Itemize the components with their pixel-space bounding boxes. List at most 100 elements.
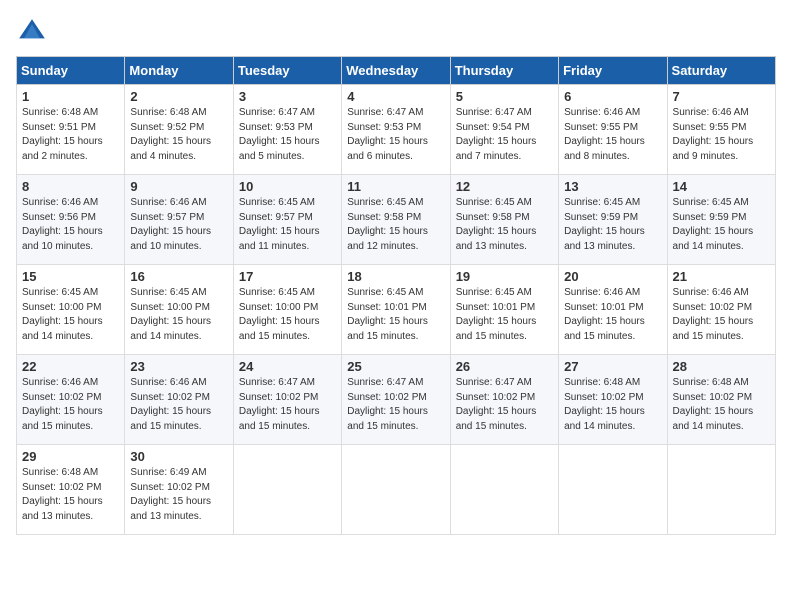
sunrise-label: Sunrise: 6:45 AM — [22, 287, 98, 298]
daylight-label: Daylight: 15 hours and 15 minutes. — [564, 316, 645, 342]
sunrise-label: Sunrise: 6:45 AM — [673, 197, 749, 208]
calendar-cell: 4 Sunrise: 6:47 AM Sunset: 9:53 PM Dayli… — [342, 85, 450, 175]
sunrise-label: Sunrise: 6:45 AM — [456, 197, 532, 208]
sunset-label: Sunset: 9:58 PM — [456, 212, 530, 223]
calendar-header-row: SundayMondayTuesdayWednesdayThursdayFrid… — [17, 57, 776, 85]
calendar-cell: 25 Sunrise: 6:47 AM Sunset: 10:02 PM Day… — [342, 355, 450, 445]
calendar-cell: 9 Sunrise: 6:46 AM Sunset: 9:57 PM Dayli… — [125, 175, 233, 265]
calendar-cell — [342, 445, 450, 535]
calendar-week-row: 1 Sunrise: 6:48 AM Sunset: 9:51 PM Dayli… — [17, 85, 776, 175]
day-info: Sunrise: 6:48 AM Sunset: 10:02 PM Daylig… — [22, 466, 119, 524]
calendar-cell: 11 Sunrise: 6:45 AM Sunset: 9:58 PM Dayl… — [342, 175, 450, 265]
daylight-label: Daylight: 15 hours and 14 minutes. — [22, 316, 103, 342]
day-info: Sunrise: 6:48 AM Sunset: 10:02 PM Daylig… — [564, 376, 661, 434]
daylight-label: Daylight: 15 hours and 14 minutes. — [130, 316, 211, 342]
day-number: 25 — [347, 359, 444, 374]
daylight-label: Daylight: 15 hours and 7 minutes. — [456, 136, 537, 162]
daylight-label: Daylight: 15 hours and 15 minutes. — [673, 316, 754, 342]
sunrise-label: Sunrise: 6:46 AM — [22, 197, 98, 208]
sunrise-label: Sunrise: 6:46 AM — [564, 287, 640, 298]
sunrise-label: Sunrise: 6:47 AM — [347, 377, 423, 388]
logo — [16, 16, 52, 48]
day-info: Sunrise: 6:46 AM Sunset: 9:55 PM Dayligh… — [673, 106, 770, 164]
sunset-label: Sunset: 10:00 PM — [22, 302, 102, 313]
day-info: Sunrise: 6:45 AM Sunset: 9:59 PM Dayligh… — [673, 196, 770, 254]
day-info: Sunrise: 6:46 AM Sunset: 9:57 PM Dayligh… — [130, 196, 227, 254]
day-info: Sunrise: 6:48 AM Sunset: 10:02 PM Daylig… — [673, 376, 770, 434]
day-number: 8 — [22, 179, 119, 194]
calendar-cell: 17 Sunrise: 6:45 AM Sunset: 10:00 PM Day… — [233, 265, 341, 355]
day-info: Sunrise: 6:45 AM Sunset: 10:00 PM Daylig… — [239, 286, 336, 344]
day-info: Sunrise: 6:46 AM Sunset: 10:02 PM Daylig… — [22, 376, 119, 434]
sunset-label: Sunset: 10:01 PM — [456, 302, 536, 313]
day-number: 24 — [239, 359, 336, 374]
day-number: 5 — [456, 89, 553, 104]
calendar-cell: 22 Sunrise: 6:46 AM Sunset: 10:02 PM Day… — [17, 355, 125, 445]
logo-icon — [16, 16, 48, 48]
day-info: Sunrise: 6:45 AM Sunset: 10:00 PM Daylig… — [22, 286, 119, 344]
sunrise-label: Sunrise: 6:48 AM — [22, 107, 98, 118]
day-number: 26 — [456, 359, 553, 374]
daylight-label: Daylight: 15 hours and 15 minutes. — [22, 406, 103, 432]
calendar-cell — [450, 445, 558, 535]
sunset-label: Sunset: 10:00 PM — [130, 302, 210, 313]
calendar-cell: 16 Sunrise: 6:45 AM Sunset: 10:00 PM Day… — [125, 265, 233, 355]
sunset-label: Sunset: 10:02 PM — [239, 392, 319, 403]
calendar-cell — [559, 445, 667, 535]
day-number: 14 — [673, 179, 770, 194]
calendar-cell — [233, 445, 341, 535]
calendar-week-row: 29 Sunrise: 6:48 AM Sunset: 10:02 PM Day… — [17, 445, 776, 535]
day-info: Sunrise: 6:46 AM Sunset: 10:02 PM Daylig… — [130, 376, 227, 434]
daylight-label: Daylight: 15 hours and 8 minutes. — [564, 136, 645, 162]
sunrise-label: Sunrise: 6:47 AM — [456, 377, 532, 388]
sunset-label: Sunset: 10:02 PM — [22, 482, 102, 493]
calendar-week-row: 8 Sunrise: 6:46 AM Sunset: 9:56 PM Dayli… — [17, 175, 776, 265]
day-info: Sunrise: 6:47 AM Sunset: 9:54 PM Dayligh… — [456, 106, 553, 164]
sunset-label: Sunset: 9:59 PM — [673, 212, 747, 223]
day-info: Sunrise: 6:45 AM Sunset: 9:57 PM Dayligh… — [239, 196, 336, 254]
day-info: Sunrise: 6:47 AM Sunset: 10:02 PM Daylig… — [347, 376, 444, 434]
sunset-label: Sunset: 9:57 PM — [239, 212, 313, 223]
sunset-label: Sunset: 9:55 PM — [673, 122, 747, 133]
sunset-label: Sunset: 9:56 PM — [22, 212, 96, 223]
day-number: 10 — [239, 179, 336, 194]
calendar-cell: 14 Sunrise: 6:45 AM Sunset: 9:59 PM Dayl… — [667, 175, 775, 265]
day-info: Sunrise: 6:46 AM Sunset: 10:02 PM Daylig… — [673, 286, 770, 344]
daylight-label: Daylight: 15 hours and 2 minutes. — [22, 136, 103, 162]
calendar-cell: 24 Sunrise: 6:47 AM Sunset: 10:02 PM Day… — [233, 355, 341, 445]
calendar-cell: 26 Sunrise: 6:47 AM Sunset: 10:02 PM Day… — [450, 355, 558, 445]
calendar-cell — [667, 445, 775, 535]
day-info: Sunrise: 6:47 AM Sunset: 9:53 PM Dayligh… — [347, 106, 444, 164]
calendar-cell: 23 Sunrise: 6:46 AM Sunset: 10:02 PM Day… — [125, 355, 233, 445]
day-number: 11 — [347, 179, 444, 194]
sunset-label: Sunset: 9:58 PM — [347, 212, 421, 223]
calendar-cell: 20 Sunrise: 6:46 AM Sunset: 10:01 PM Day… — [559, 265, 667, 355]
daylight-label: Daylight: 15 hours and 10 minutes. — [22, 226, 103, 252]
day-number: 15 — [22, 269, 119, 284]
day-info: Sunrise: 6:45 AM Sunset: 10:01 PM Daylig… — [456, 286, 553, 344]
daylight-label: Daylight: 15 hours and 15 minutes. — [239, 406, 320, 432]
day-number: 19 — [456, 269, 553, 284]
sunrise-label: Sunrise: 6:47 AM — [239, 377, 315, 388]
daylight-label: Daylight: 15 hours and 14 minutes. — [673, 226, 754, 252]
calendar-cell: 27 Sunrise: 6:48 AM Sunset: 10:02 PM Day… — [559, 355, 667, 445]
sunset-label: Sunset: 9:54 PM — [456, 122, 530, 133]
daylight-label: Daylight: 15 hours and 15 minutes. — [456, 406, 537, 432]
daylight-label: Daylight: 15 hours and 5 minutes. — [239, 136, 320, 162]
day-info: Sunrise: 6:46 AM Sunset: 9:56 PM Dayligh… — [22, 196, 119, 254]
sunrise-label: Sunrise: 6:45 AM — [564, 197, 640, 208]
day-info: Sunrise: 6:45 AM Sunset: 9:58 PM Dayligh… — [456, 196, 553, 254]
daylight-label: Daylight: 15 hours and 13 minutes. — [456, 226, 537, 252]
daylight-label: Daylight: 15 hours and 15 minutes. — [347, 406, 428, 432]
day-info: Sunrise: 6:45 AM Sunset: 9:58 PM Dayligh… — [347, 196, 444, 254]
day-number: 9 — [130, 179, 227, 194]
day-info: Sunrise: 6:47 AM Sunset: 9:53 PM Dayligh… — [239, 106, 336, 164]
sunrise-label: Sunrise: 6:46 AM — [130, 377, 206, 388]
calendar-cell: 8 Sunrise: 6:46 AM Sunset: 9:56 PM Dayli… — [17, 175, 125, 265]
sunset-label: Sunset: 10:02 PM — [673, 302, 753, 313]
day-info: Sunrise: 6:45 AM Sunset: 10:01 PM Daylig… — [347, 286, 444, 344]
sunrise-label: Sunrise: 6:45 AM — [239, 197, 315, 208]
sunset-label: Sunset: 9:55 PM — [564, 122, 638, 133]
day-info: Sunrise: 6:49 AM Sunset: 10:02 PM Daylig… — [130, 466, 227, 524]
daylight-label: Daylight: 15 hours and 11 minutes. — [239, 226, 320, 252]
